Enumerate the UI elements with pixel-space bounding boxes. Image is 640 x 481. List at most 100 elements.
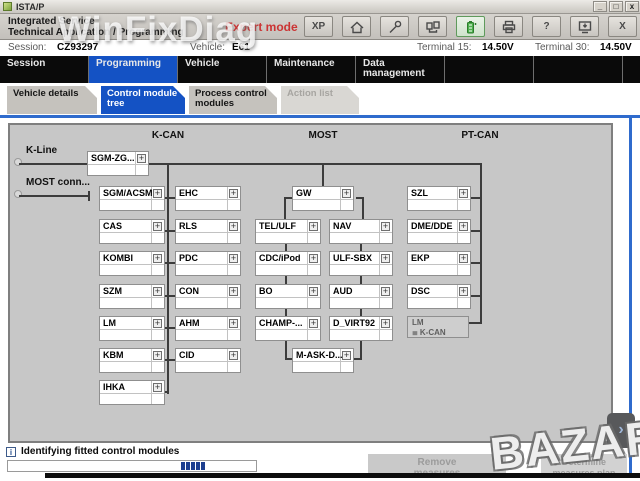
module-node-tel-ulf[interactable]: TEL/ULF+ (255, 219, 321, 244)
expand-plus-icon[interactable]: + (381, 222, 390, 231)
node-divider (100, 232, 164, 233)
expand-plus-icon[interactable]: + (342, 189, 351, 198)
expand-plus-icon[interactable]: + (309, 254, 318, 263)
expand-plus-icon[interactable]: + (153, 351, 162, 360)
node-divider (379, 220, 380, 243)
module-node-ulf-sbx[interactable]: ULF-SBX+ (329, 251, 393, 276)
minimize-window-button[interactable]: _ (593, 1, 607, 12)
node-divider (100, 264, 164, 265)
expand-plus-icon[interactable]: + (153, 189, 162, 198)
expand-plus-icon[interactable]: + (229, 351, 238, 360)
bus-header-kcan: K-CAN (152, 130, 184, 141)
control-module-tree-panel: K-CAN MOST PT-CAN K-Line MOST conn... SG… (8, 123, 613, 443)
module-node-lm[interactable]: LM+ (99, 316, 165, 341)
module-node-d-virt92[interactable]: D_VIRT92+ (329, 316, 393, 341)
node-divider (151, 252, 152, 275)
expand-plus-icon[interactable]: + (459, 254, 468, 263)
connection-button[interactable] (418, 16, 447, 37)
expand-plus-icon[interactable]: + (459, 189, 468, 198)
expand-plus-icon[interactable]: + (229, 254, 238, 263)
module-node-ehc[interactable]: EHC+ (175, 186, 241, 211)
expand-plus-icon[interactable]: + (229, 287, 238, 296)
expand-plus-icon[interactable]: + (309, 287, 318, 296)
expand-plus-icon[interactable]: + (229, 222, 238, 231)
tab-programming[interactable]: Programming (89, 56, 178, 83)
print-button[interactable] (494, 16, 523, 37)
subtab-control-module-tree[interactable]: Control module tree (101, 86, 185, 114)
module-node-champ[interactable]: CHAMP-...+ (255, 316, 321, 341)
module-label: CON (179, 286, 199, 296)
module-node-cas[interactable]: CAS+ (99, 219, 165, 244)
bus-line (165, 197, 175, 199)
expand-plus-icon[interactable]: + (153, 383, 162, 392)
content-top-border (0, 115, 640, 118)
module-node-ihka[interactable]: IHKA+ (99, 380, 165, 405)
header-band: Integrated Service Technical Application… (0, 14, 640, 40)
home-button[interactable] (342, 16, 371, 37)
module-node-m-ask-d[interactable]: M-ASK-D...+ (292, 348, 354, 373)
module-label: SGM-ZG... (91, 153, 135, 163)
expand-plus-icon[interactable]: + (309, 319, 318, 328)
bus-line (149, 163, 482, 165)
bus-line (165, 327, 175, 329)
settings-wrench-button[interactable] (380, 16, 409, 37)
module-node-cid[interactable]: CID+ (175, 348, 241, 373)
node-divider (176, 329, 240, 330)
node-divider (457, 187, 458, 210)
close-app-button[interactable]: X (608, 16, 637, 37)
node-divider (330, 232, 392, 233)
close-window-button[interactable]: x (625, 1, 639, 12)
module-node-con[interactable]: CON + (175, 284, 241, 309)
module-node-szm[interactable]: SZM+ (99, 284, 165, 309)
tab-maintenance[interactable]: Maintenance (267, 56, 356, 83)
bus-list-icon: ≣ (412, 330, 418, 337)
module-node-nav[interactable]: NAV+ (329, 219, 393, 244)
module-node-sgm-zg[interactable]: SGM-ZG...+ (87, 151, 149, 176)
tab-vehicle[interactable]: Vehicle (178, 56, 267, 83)
module-node-dsc[interactable]: DSC+ (407, 284, 471, 309)
maximize-window-button[interactable]: □ (609, 1, 623, 12)
expand-panel-side-tab[interactable]: › (607, 413, 635, 448)
module-node-bo[interactable]: BO+ (255, 284, 321, 309)
node-divider (256, 329, 320, 330)
expand-plus-icon[interactable]: + (153, 287, 162, 296)
wrench-icon (387, 20, 403, 34)
subtab-process-control-modules[interactable]: Process control modules (189, 86, 277, 114)
expand-plus-icon[interactable]: + (381, 319, 390, 328)
expand-plus-icon[interactable]: + (459, 287, 468, 296)
module-node-rls[interactable]: RLS+ (175, 219, 241, 244)
module-node-aud[interactable]: AUD+ (329, 284, 393, 309)
node-divider (408, 297, 470, 298)
expand-plus-icon[interactable]: + (229, 189, 238, 198)
module-node-pdc[interactable]: PDC+ (175, 251, 241, 276)
expand-plus-icon[interactable]: + (342, 351, 351, 360)
expand-plus-icon[interactable]: + (137, 154, 146, 163)
module-node-kbm[interactable]: KBM+ (99, 348, 165, 373)
module-node-szl[interactable]: SZL+ (407, 186, 471, 211)
expand-plus-icon[interactable]: + (309, 222, 318, 231)
module-node-kombi[interactable]: KOMBI+ (99, 251, 165, 276)
expand-plus-icon[interactable]: + (229, 319, 238, 328)
module-node-cdc-ipod[interactable]: CDC/iPod+ (255, 251, 321, 276)
expand-plus-icon[interactable]: + (153, 254, 162, 263)
battery-status-button[interactable] (456, 16, 485, 37)
module-node-ahm[interactable]: AHM+ (175, 316, 241, 341)
node-divider (256, 232, 320, 233)
minimize-panel-button[interactable] (570, 16, 599, 37)
module-node-dme-dde[interactable]: DME/DDE+ (407, 219, 471, 244)
expand-plus-icon[interactable]: + (459, 222, 468, 231)
tab-session[interactable]: Session (0, 56, 89, 83)
bus-line (19, 195, 89, 197)
module-node-ekp[interactable]: EKP+ (407, 251, 471, 276)
help-button[interactable]: ? (532, 16, 561, 37)
expand-plus-icon[interactable]: + (381, 254, 390, 263)
expand-plus-icon[interactable]: + (153, 222, 162, 231)
tab-data-management[interactable]: Data management (356, 56, 445, 83)
module-node-sgm-acsm[interactable]: SGM/ACSM+ (99, 186, 165, 211)
module-node-gw[interactable]: GW+ (292, 186, 354, 211)
subtab-vehicle-details[interactable]: Vehicle details (7, 86, 97, 114)
expand-plus-icon[interactable]: + (381, 287, 390, 296)
expand-plus-icon[interactable]: + (153, 319, 162, 328)
node-divider (408, 232, 470, 233)
xp-button[interactable]: XP (304, 16, 333, 37)
